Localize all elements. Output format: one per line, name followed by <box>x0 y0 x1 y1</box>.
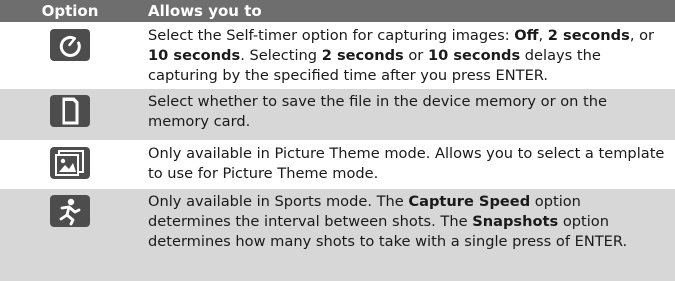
text-run: . Selecting <box>240 47 322 64</box>
table-row-picture-theme: Only available in Picture Theme mode. Al… <box>0 140 675 188</box>
text-run: Only available in Sports mode. The <box>148 193 409 210</box>
text-run: Select the Self-timer option for capturi… <box>148 27 515 44</box>
text-run: or <box>403 47 428 64</box>
icon-cell <box>0 141 140 188</box>
text-run: Only available in Picture Theme mode. Al… <box>148 145 665 182</box>
sports-mode-icon <box>50 195 90 227</box>
text-run: , or <box>629 27 655 44</box>
self-timer-icon <box>50 29 90 61</box>
text-run: Select whether to save the file in the d… <box>148 93 608 130</box>
table-row-self-timer: Select the Self-timer option for capturi… <box>0 22 675 88</box>
allows-column-header: Allows you to <box>148 2 262 20</box>
bold-term: Off <box>514 27 539 44</box>
bold-term: Snapshots <box>472 213 559 230</box>
bold-term: Capture Speed <box>408 193 531 210</box>
memory-card-icon <box>50 95 90 127</box>
icon-cell <box>0 89 140 140</box>
options-table: Option Allows you to Select the Self-tim… <box>0 0 675 281</box>
table-header: Option Allows you to <box>0 0 675 22</box>
text-run: , <box>538 27 548 44</box>
table-row-sports: Only available in Sports mode. The Captu… <box>0 188 675 281</box>
table-row-storage: Select whether to save the file in the d… <box>0 88 675 140</box>
bold-term: 10 seconds <box>148 47 241 64</box>
option-column-header: Option <box>41 2 99 20</box>
picture-theme-icon <box>50 147 90 179</box>
row-description: Only available in Sports mode. The Captu… <box>140 189 675 281</box>
icon-cell <box>0 189 140 281</box>
icon-cell <box>0 23 140 88</box>
bold-term: 2 seconds <box>547 27 630 44</box>
bold-term: 2 seconds <box>321 47 404 64</box>
row-description: Select whether to save the file in the d… <box>140 89 675 140</box>
row-description: Only available in Picture Theme mode. Al… <box>140 141 675 188</box>
bold-term: 10 seconds <box>427 47 521 64</box>
row-description: Select the Self-timer option for capturi… <box>140 23 675 88</box>
